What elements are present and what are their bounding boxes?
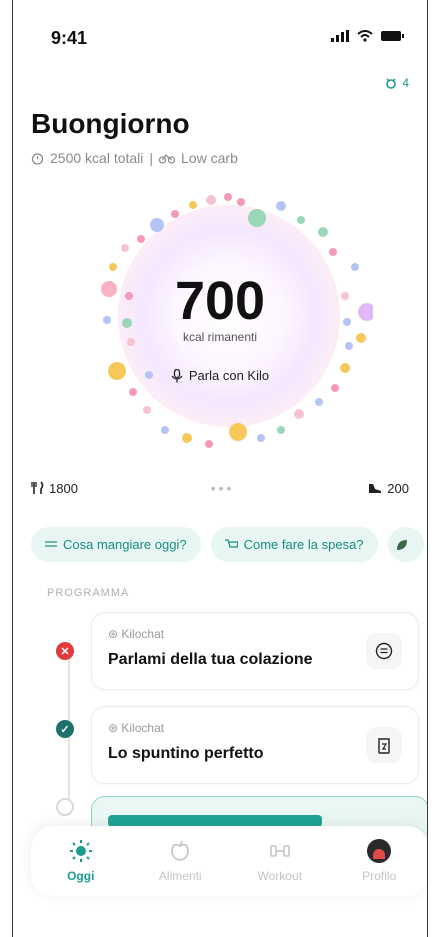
chat-lines-icon [375, 642, 393, 660]
badge-count: 4 [402, 76, 409, 90]
tab-oggi[interactable]: Oggi [41, 839, 121, 883]
chip-more[interactable] [387, 527, 424, 562]
tab-label: Profilo [362, 869, 397, 883]
program-card-breakfast[interactable]: ⊛ Kilochat Parlami della tua colazione [91, 612, 419, 690]
bike-icon [159, 154, 176, 164]
microphone-icon [171, 368, 183, 382]
kcal-remaining-value: 700 [174, 271, 266, 331]
eaten-stat: 1800 [31, 481, 78, 496]
card-tag: ⊛ Kilochat [108, 627, 165, 641]
pending-status-icon [56, 798, 74, 816]
eaten-value: 1800 [49, 480, 78, 496]
card-title: Parlami della tua colazione [108, 651, 313, 668]
tab-profilo[interactable]: Profilo [339, 839, 419, 883]
avatar [367, 839, 392, 863]
talk-with-kilo-button[interactable]: Parla con Kilo [13, 368, 427, 383]
leaf-icon [396, 539, 407, 550]
suggestion-chips: Cosa mangiare oggi? Come fare la spesa? [31, 527, 424, 562]
wifi-icon [357, 30, 373, 42]
talk-label: Parla con Kilo [188, 368, 270, 383]
kcal-total: 2500 kcal totali [50, 150, 144, 166]
card-tag: ⊛ Kilochat [108, 721, 165, 735]
status-icons [331, 30, 405, 42]
dumbbell-icon [269, 845, 290, 857]
bottom-tab-bar: Oggi Alimenti Workout Profilo [31, 826, 427, 896]
daily-summary: 2500 kcal totali | Low carb [31, 150, 238, 166]
check-status-icon: ✓ [56, 720, 74, 738]
tab-label: Oggi [67, 869, 95, 883]
calorie-stats: 1800 ••• 200 [31, 480, 409, 496]
notification-badge[interactable]: 4 [384, 76, 409, 90]
status-time: 9:41 [51, 28, 88, 48]
tab-label: Alimenti [158, 869, 202, 883]
separator: | [149, 150, 154, 166]
program-card-snack[interactable]: ⊛ Kilochat Lo spuntino perfetto [91, 706, 419, 784]
tab-label: Workout [257, 869, 302, 883]
menu-icon [45, 540, 57, 547]
sun-icon [69, 840, 92, 862]
card-tag-label: Kilochat [121, 721, 165, 735]
error-status-icon: ✕ [56, 642, 74, 660]
page-title: Buongiorno [31, 108, 190, 139]
tab-alimenti[interactable]: Alimenti [140, 839, 220, 883]
bug-icon [386, 78, 397, 89]
chip-shopping[interactable]: Come fare la spesa? [210, 527, 378, 562]
apple-icon [171, 840, 190, 861]
chip-label: Come fare la spesa? [243, 537, 364, 552]
shoe-icon [369, 484, 382, 493]
burned-stat: 200 [367, 481, 409, 496]
program-section-label: PROGRAMMA [47, 587, 130, 599]
card-title: Lo spuntino perfetto [108, 745, 264, 762]
diet-type: Low carb [181, 150, 238, 166]
chat-button[interactable] [366, 633, 402, 669]
pager-dots[interactable]: ••• [211, 480, 235, 496]
burned-value: 200 [387, 480, 409, 496]
cart-icon [224, 539, 238, 548]
app-frame: 9:41 4 Buongiorno 2500 kcal totali | Low… [12, 0, 428, 937]
status-bar: 9:41 [13, 14, 427, 50]
card-tag-label: Kilochat [121, 627, 165, 641]
snack-button[interactable] [366, 727, 402, 763]
battery-icon [381, 31, 404, 41]
chip-label: Cosa mangiare oggi? [63, 537, 187, 552]
timer-icon [31, 152, 44, 165]
signal-icon [331, 30, 349, 42]
tab-workout[interactable]: Workout [240, 839, 320, 883]
chip-what-to-eat[interactable]: Cosa mangiare oggi? [31, 527, 201, 562]
cutlery-icon [31, 481, 44, 494]
kcal-remaining-label: kcal rimanenti [182, 330, 258, 344]
jar-icon [378, 738, 390, 754]
